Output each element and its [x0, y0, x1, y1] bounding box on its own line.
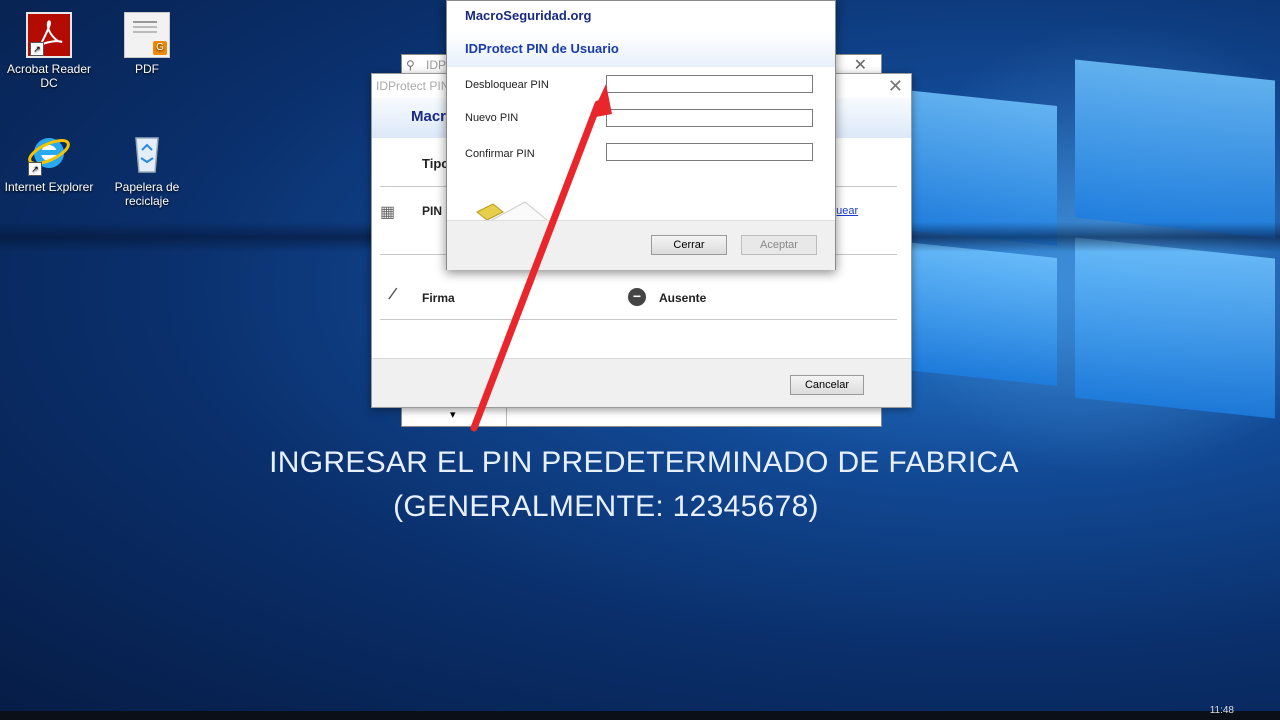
taskbar: 11:48 [0, 705, 1280, 720]
instruction-line-2: (GENERALMENTE: 12345678) [393, 490, 819, 523]
red-arrow-annotation [470, 84, 612, 432]
instruction-line-1: INGRESAR EL PIN PREDETERMINADO DE FABRIC… [269, 446, 1019, 479]
taskbar-clock[interactable]: 11:48 [1210, 705, 1234, 716]
